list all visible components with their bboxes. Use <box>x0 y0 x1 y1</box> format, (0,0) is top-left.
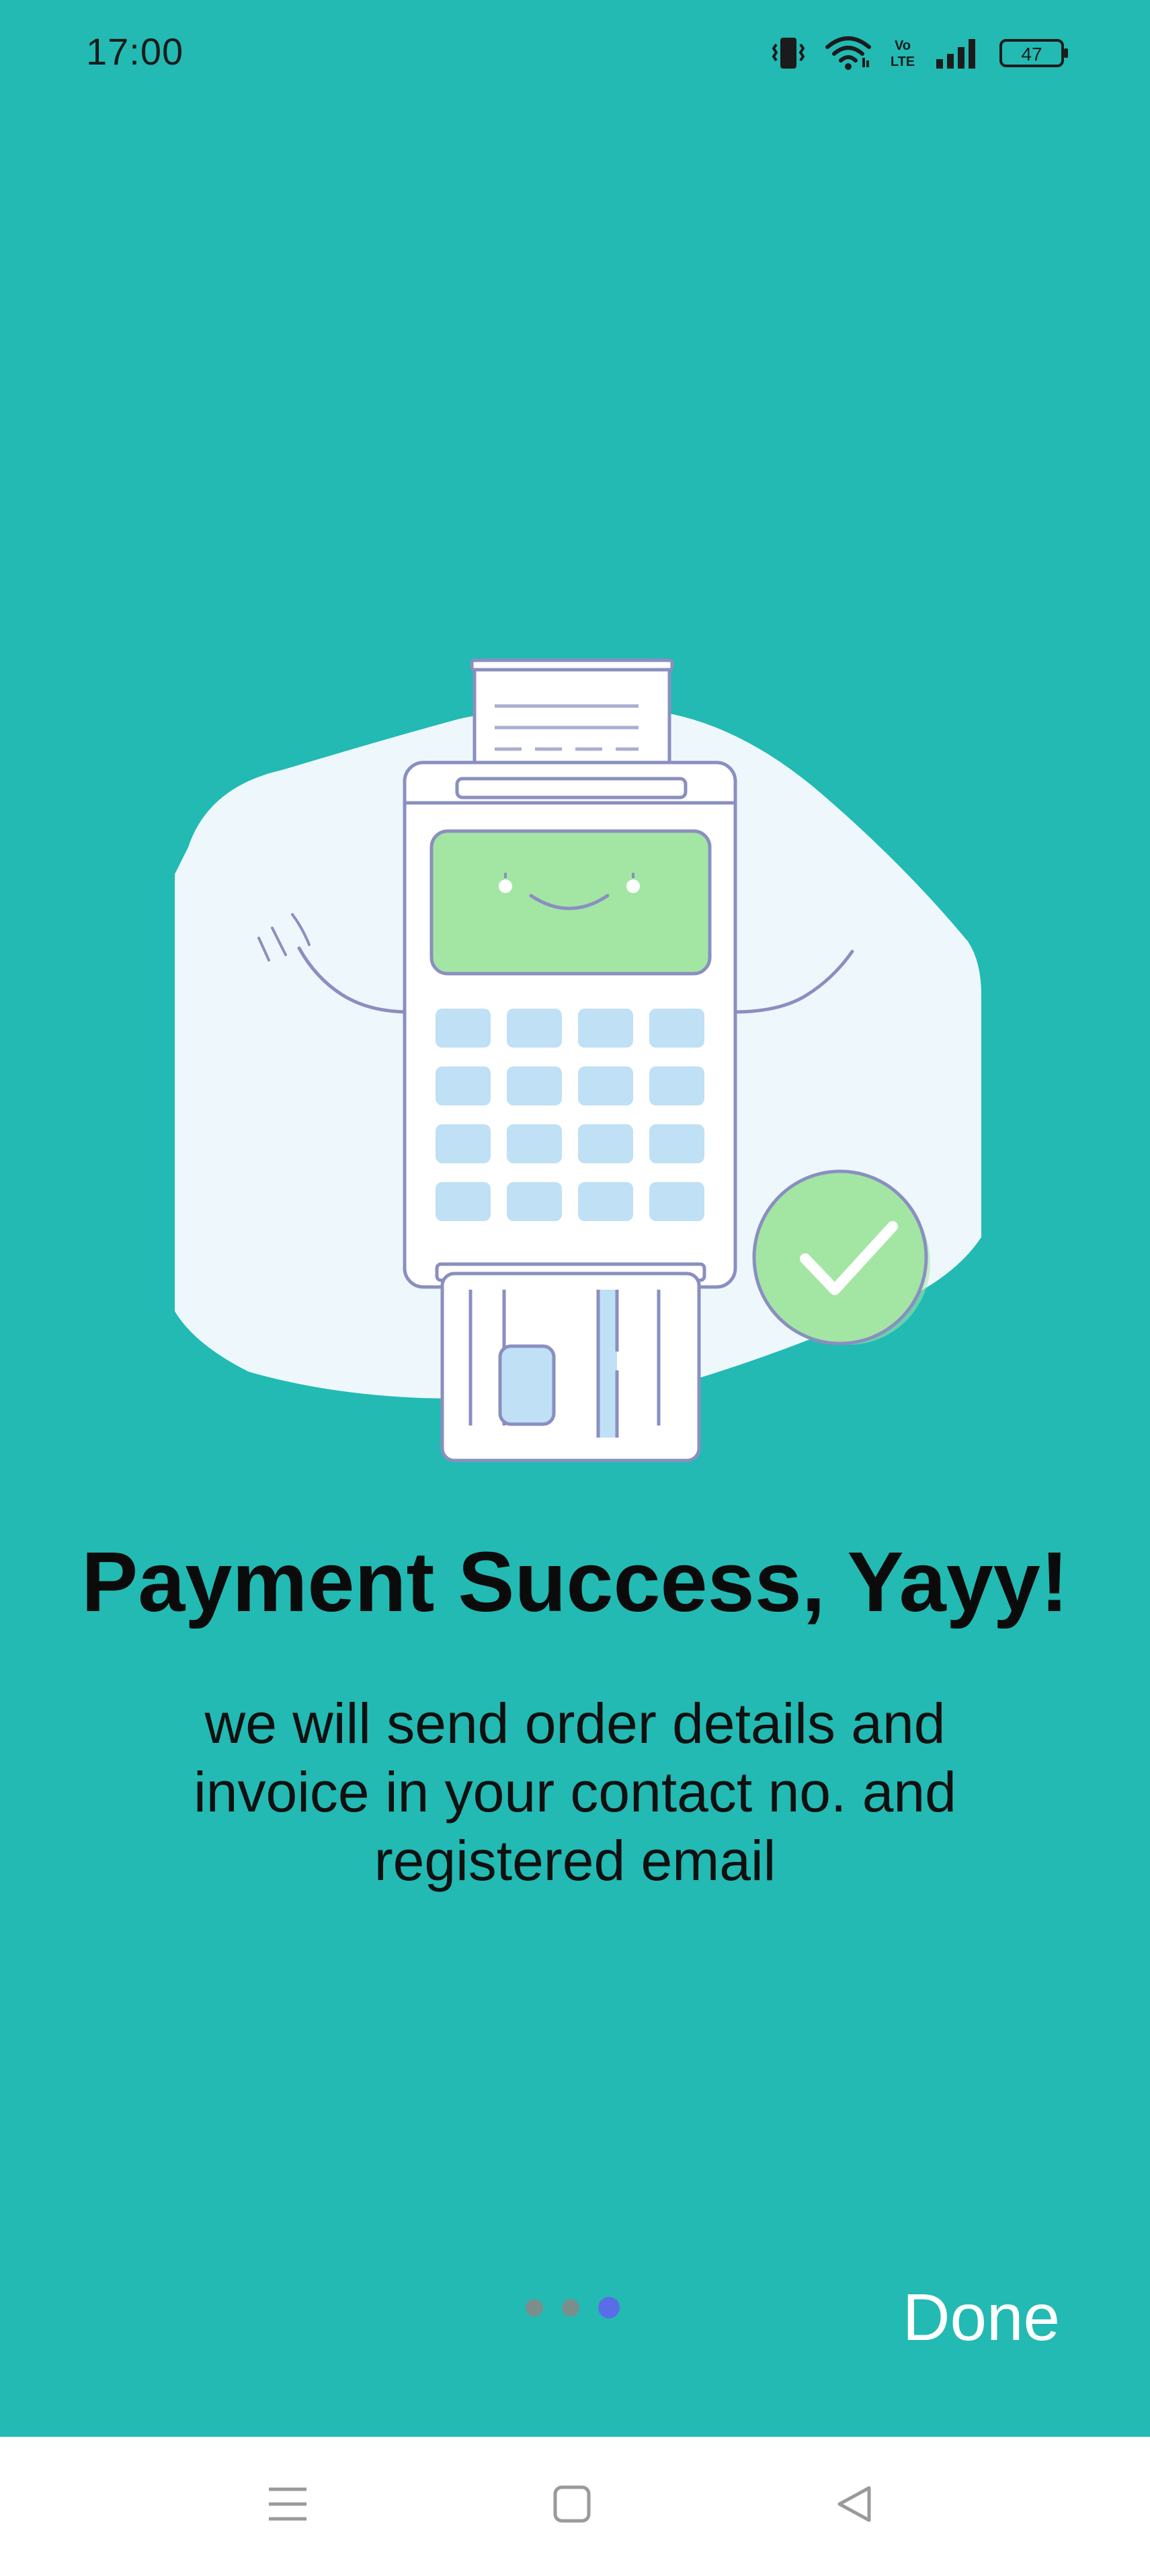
payment-terminal-illustration <box>168 646 988 1473</box>
battery-level: 47 <box>1021 44 1042 65</box>
svg-text:LTE: LTE <box>891 54 915 69</box>
back-button[interactable] <box>824 2479 885 2532</box>
payment-success-screen: 17:00 Vo LTE 47 Payment Success, Yayy! w… <box>0 0 1150 2576</box>
svg-text:Vo: Vo <box>895 38 911 53</box>
home-icon <box>552 2484 592 2528</box>
volte-icon: Vo LTE <box>889 35 916 71</box>
system-navigation-bar <box>0 2437 1150 2576</box>
done-button[interactable]: Done <box>903 2279 1060 2355</box>
home-button[interactable] <box>542 2479 602 2532</box>
page-dot-2[interactable] <box>562 2299 579 2316</box>
back-icon <box>834 2484 874 2528</box>
status-bar: 17:00 Vo LTE 47 <box>0 0 1150 108</box>
signal-icon <box>934 35 981 71</box>
page-dot-3-active[interactable] <box>598 2297 620 2318</box>
page-indicator <box>526 2297 620 2318</box>
vibrate-icon <box>770 35 807 71</box>
status-time: 17:00 <box>86 30 184 73</box>
page-subtitle: we will send order details and invoice i… <box>194 1692 956 1892</box>
battery-icon: 47 <box>998 35 1071 71</box>
menu-icon <box>266 2484 309 2528</box>
wifi-icon <box>825 35 872 71</box>
page-dot-1[interactable] <box>526 2299 543 2316</box>
status-icons: Vo LTE 47 <box>770 30 1071 77</box>
menu-button[interactable] <box>257 2479 318 2532</box>
page-title: Payment Success, Yayy! <box>81 1534 1069 1629</box>
